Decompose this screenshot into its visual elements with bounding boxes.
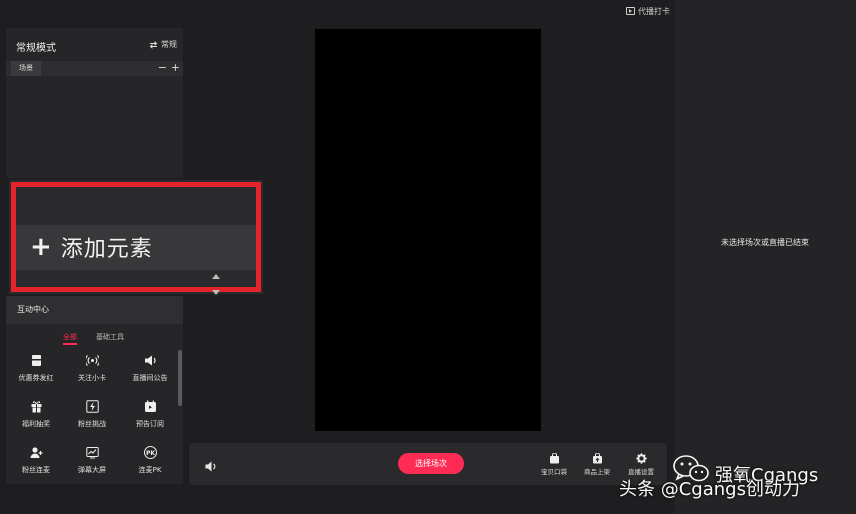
- svg-text:PK: PK: [145, 450, 154, 457]
- calendar-icon: [144, 400, 156, 412]
- assist-link[interactable]: 代播打卡: [626, 4, 670, 18]
- live-settings-button[interactable]: 直播设置: [623, 453, 659, 476]
- chevron-up-icon[interactable]: [212, 274, 220, 279]
- active-tab-indicator: [63, 343, 77, 345]
- interaction-center-panel: 互动中心 全部 基础工具 优惠券发红 关注小卡 直播间公告 福利抽奖 粉丝挑战 …: [6, 296, 183, 484]
- tool-follow-card[interactable]: 关注小卡: [64, 354, 120, 394]
- tool-subscribe[interactable]: 预告订阅: [122, 400, 178, 440]
- tool-label: 预告订阅: [136, 420, 164, 428]
- add-scene-button[interactable]: +: [171, 61, 180, 75]
- signal-icon: [85, 355, 99, 366]
- live-preview: [315, 29, 541, 431]
- scene-panel: 常规模式 常规 场景 − +: [6, 28, 183, 178]
- tool-announcement[interactable]: 直播间公告: [122, 354, 178, 394]
- speaker-icon: [144, 355, 156, 366]
- tool-danmaku-screen[interactable]: 弹幕大屏: [64, 446, 120, 486]
- mode-switch-button[interactable]: 常规: [149, 39, 177, 50]
- chevron-down-icon[interactable]: [212, 290, 220, 295]
- upload-bag-icon: [592, 453, 602, 464]
- tab-all[interactable]: 全部: [63, 332, 77, 342]
- user-add-icon: [30, 447, 42, 458]
- ctl-label: 宝贝口袋: [541, 468, 567, 476]
- tool-label: 粉丝挑战: [78, 420, 106, 428]
- gear-icon: [635, 453, 647, 464]
- scene-tab[interactable]: 场景: [11, 61, 41, 76]
- tool-label: 弹幕大屏: [78, 466, 106, 474]
- right-panel: [674, 0, 856, 514]
- tool-label: 福利抽奖: [22, 420, 50, 428]
- baby-pocket-button[interactable]: 宝贝口袋: [536, 453, 572, 476]
- tool-label: 连麦PK: [138, 466, 162, 474]
- tab-basic-tools[interactable]: 基础工具: [96, 332, 124, 342]
- interaction-header: 互动中心: [6, 296, 183, 324]
- trend-icon: [85, 447, 99, 459]
- tool-lottery[interactable]: 福利抽奖: [8, 400, 64, 440]
- highlight-box: [11, 182, 261, 292]
- remove-scene-button[interactable]: −: [158, 61, 167, 75]
- no-session-message: 未选择场次或直播已结束: [721, 238, 809, 247]
- interaction-title: 互动中心: [17, 305, 49, 314]
- tool-fan-challenge[interactable]: 粉丝挑战: [64, 400, 120, 440]
- bag-icon: [549, 453, 559, 464]
- choose-session-button[interactable]: 选择场次: [398, 453, 464, 474]
- tool-fan-link[interactable]: 粉丝连麦: [8, 446, 64, 486]
- tool-label: 关注小卡: [78, 374, 106, 382]
- mode-title: 常规模式: [16, 43, 56, 54]
- play-icon: [626, 7, 635, 15]
- tool-label: 优惠券发红: [18, 374, 54, 382]
- swap-icon: [149, 40, 158, 49]
- tool-pk[interactable]: PK 连麦PK: [122, 446, 178, 486]
- gift-icon: [31, 401, 41, 413]
- scene-tabbar: 场景 − +: [6, 61, 183, 76]
- volume-icon[interactable]: [205, 461, 217, 472]
- pk-icon: PK: [143, 446, 157, 459]
- tool-coupon[interactable]: 优惠券发红: [8, 354, 64, 394]
- ctl-label: 商品上架: [584, 468, 610, 476]
- assist-label: 代播打卡: [638, 6, 670, 16]
- mode-switch-label: 常规: [161, 40, 177, 49]
- tool-label: 直播间公告: [132, 374, 168, 382]
- coupon-icon: [31, 355, 41, 366]
- watermark-source: 头条 @Cgangs创动力: [619, 479, 800, 500]
- list-product-button[interactable]: 商品上架: [579, 453, 615, 476]
- tool-label: 粉丝连麦: [22, 466, 50, 474]
- flash-icon: [85, 400, 99, 413]
- scrollbar[interactable]: [178, 350, 182, 406]
